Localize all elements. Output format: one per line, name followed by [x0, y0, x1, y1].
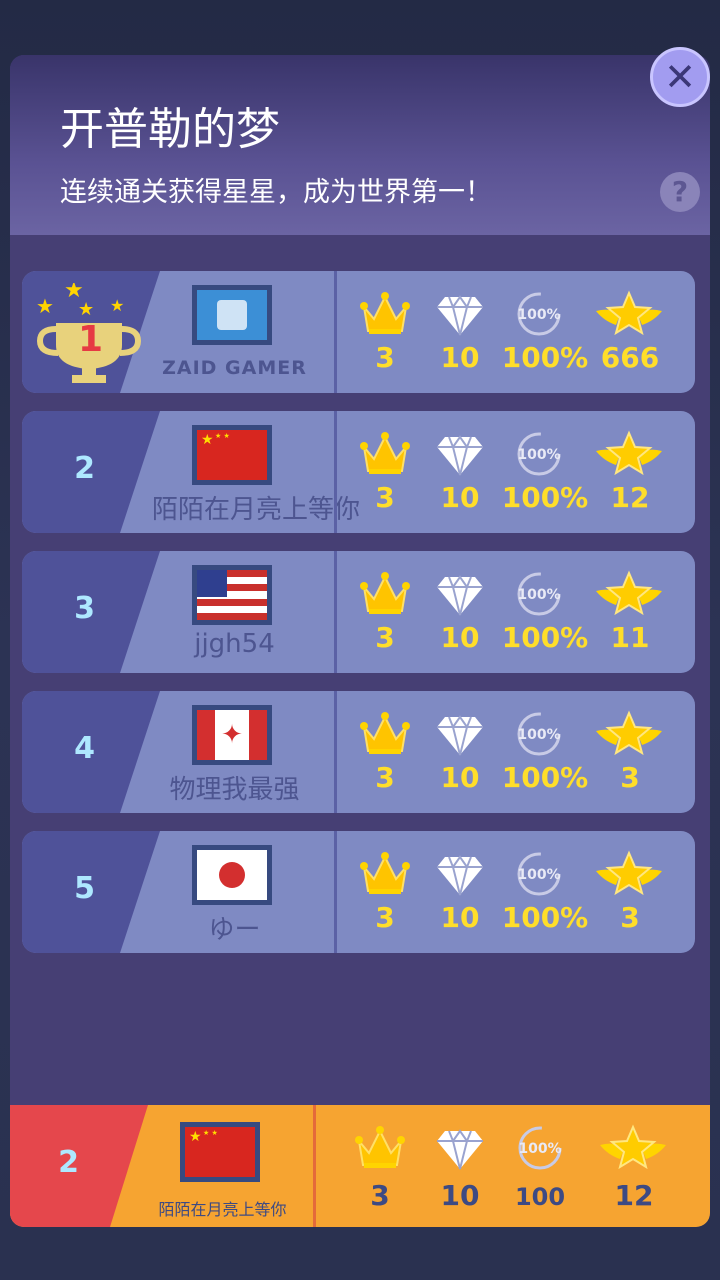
- winged-star-icon: [594, 709, 664, 759]
- svg-text:100%: 100%: [518, 1141, 561, 1157]
- svg-text:100%: 100%: [517, 867, 560, 883]
- winged-star-icon: [598, 1123, 668, 1173]
- row-divider: [334, 411, 337, 533]
- rank-number: 3: [74, 591, 95, 626]
- completion-value: 100%: [501, 341, 589, 374]
- leaderboard-row[interactable]: 4 ✦ 物理我最强 3 10 100% 100% 3: [22, 691, 695, 813]
- crown-icon: [360, 289, 410, 339]
- winged-star-icon: [594, 849, 664, 899]
- percent-100-icon: 100%: [514, 429, 564, 479]
- diamonds-value: 10: [440, 341, 480, 374]
- player-name: 陌陌在月亮上等你: [158, 1200, 287, 1219]
- svg-text:100%: 100%: [517, 727, 560, 743]
- player-name: 陌陌在月亮上等你: [152, 495, 361, 525]
- row-divider: [313, 1105, 316, 1227]
- usa-flag-icon: [192, 565, 272, 625]
- svg-text:★: ★: [110, 296, 124, 315]
- svg-text:100%: 100%: [517, 587, 560, 603]
- china-flag-icon: ★ ★ ★: [180, 1122, 260, 1182]
- leaderboard-row[interactable]: ★ ★ ★ ★ 1 ZAID GAMER 3 10 100% 100% 666: [22, 271, 695, 393]
- winged-star-icon: [594, 429, 664, 479]
- diamond-icon: [435, 1123, 485, 1173]
- crown-icon: [360, 849, 410, 899]
- diamonds-value: 10: [440, 481, 480, 514]
- diamond-icon: [435, 429, 485, 479]
- row-divider: [334, 551, 337, 673]
- diamonds-value: 10: [440, 901, 480, 934]
- crown-icon: [360, 569, 410, 619]
- completion-value: 100%: [501, 761, 589, 794]
- canada-flag-icon: ✦: [192, 705, 272, 765]
- row-divider: [334, 831, 337, 953]
- player-name: 物理我最强: [169, 775, 300, 805]
- stars-value: 3: [620, 761, 640, 794]
- china-flag-icon: ★ ★ ★: [192, 425, 272, 485]
- rank-number: 2: [58, 1145, 79, 1180]
- leaderboard-row[interactable]: 3 jjgh54 3 10 100% 100% 11: [22, 551, 695, 673]
- leaderboard-row[interactable]: 5 ゆー 3 10 100% 100% 3: [22, 831, 695, 953]
- my-rank-row[interactable]: 2 ★ ★ ★ 陌陌在月亮上等你 3 10 100% 100 12: [10, 1105, 710, 1227]
- percent-100-icon: 100%: [514, 569, 564, 619]
- diamond-icon: [435, 569, 485, 619]
- diamond-icon: [435, 709, 485, 759]
- avatar-flag-icon: [192, 285, 272, 345]
- winged-star-icon: [594, 569, 664, 619]
- diamonds-value: 10: [440, 761, 480, 794]
- svg-text:★: ★: [36, 294, 54, 318]
- svg-text:★: ★: [78, 299, 94, 320]
- crowns-value: 3: [370, 1179, 390, 1212]
- stars-value: 12: [614, 1179, 654, 1212]
- completion-value: 100%: [501, 621, 589, 654]
- stars-value: 11: [610, 621, 650, 654]
- winged-star-icon: [594, 289, 664, 339]
- help-button[interactable]: ?: [660, 172, 700, 212]
- diamond-icon: [435, 289, 485, 339]
- percent-100-icon: 100%: [515, 1123, 565, 1173]
- percent-100-icon: 100%: [514, 709, 564, 759]
- page-title: 开普勒的梦: [60, 104, 280, 155]
- diamonds-value: 10: [440, 1179, 480, 1212]
- crown-icon: [355, 1123, 405, 1173]
- completion-value: 100%: [501, 481, 589, 514]
- completion-value: 100%: [501, 901, 589, 934]
- stars-value: 3: [620, 901, 640, 934]
- page-subtitle: 连续通关获得星星，成为世界第一！: [60, 177, 492, 208]
- completion-value: 100: [514, 1183, 566, 1211]
- leaderboard-header: 开普勒的梦 连续通关获得星星，成为世界第一！ ?: [10, 55, 710, 235]
- stars-value: 12: [610, 481, 650, 514]
- japan-flag-icon: [192, 845, 272, 905]
- rank-number: 4: [74, 731, 95, 766]
- leaderboard-row[interactable]: 2 ★ ★ ★ 陌陌在月亮上等你 3 10 100% 100% 12: [22, 411, 695, 533]
- row-divider: [334, 271, 337, 393]
- row-divider: [334, 691, 337, 813]
- percent-100-icon: 100%: [514, 289, 564, 339]
- rank-number: 5: [74, 871, 95, 906]
- stars-value: 666: [600, 341, 660, 374]
- crown-icon: [360, 709, 410, 759]
- diamond-icon: [435, 849, 485, 899]
- rank-number: 2: [74, 451, 95, 486]
- close-button[interactable]: ✕: [650, 47, 710, 107]
- player-name: jjgh54: [194, 629, 275, 659]
- diamonds-value: 10: [440, 621, 480, 654]
- svg-text:100%: 100%: [517, 307, 560, 323]
- player-name: ZAID GAMER: [162, 357, 307, 379]
- rank-number: 1: [77, 319, 104, 360]
- svg-text:100%: 100%: [517, 447, 560, 463]
- player-name: ゆー: [208, 915, 261, 945]
- percent-100-icon: 100%: [514, 849, 564, 899]
- crown-icon: [360, 429, 410, 479]
